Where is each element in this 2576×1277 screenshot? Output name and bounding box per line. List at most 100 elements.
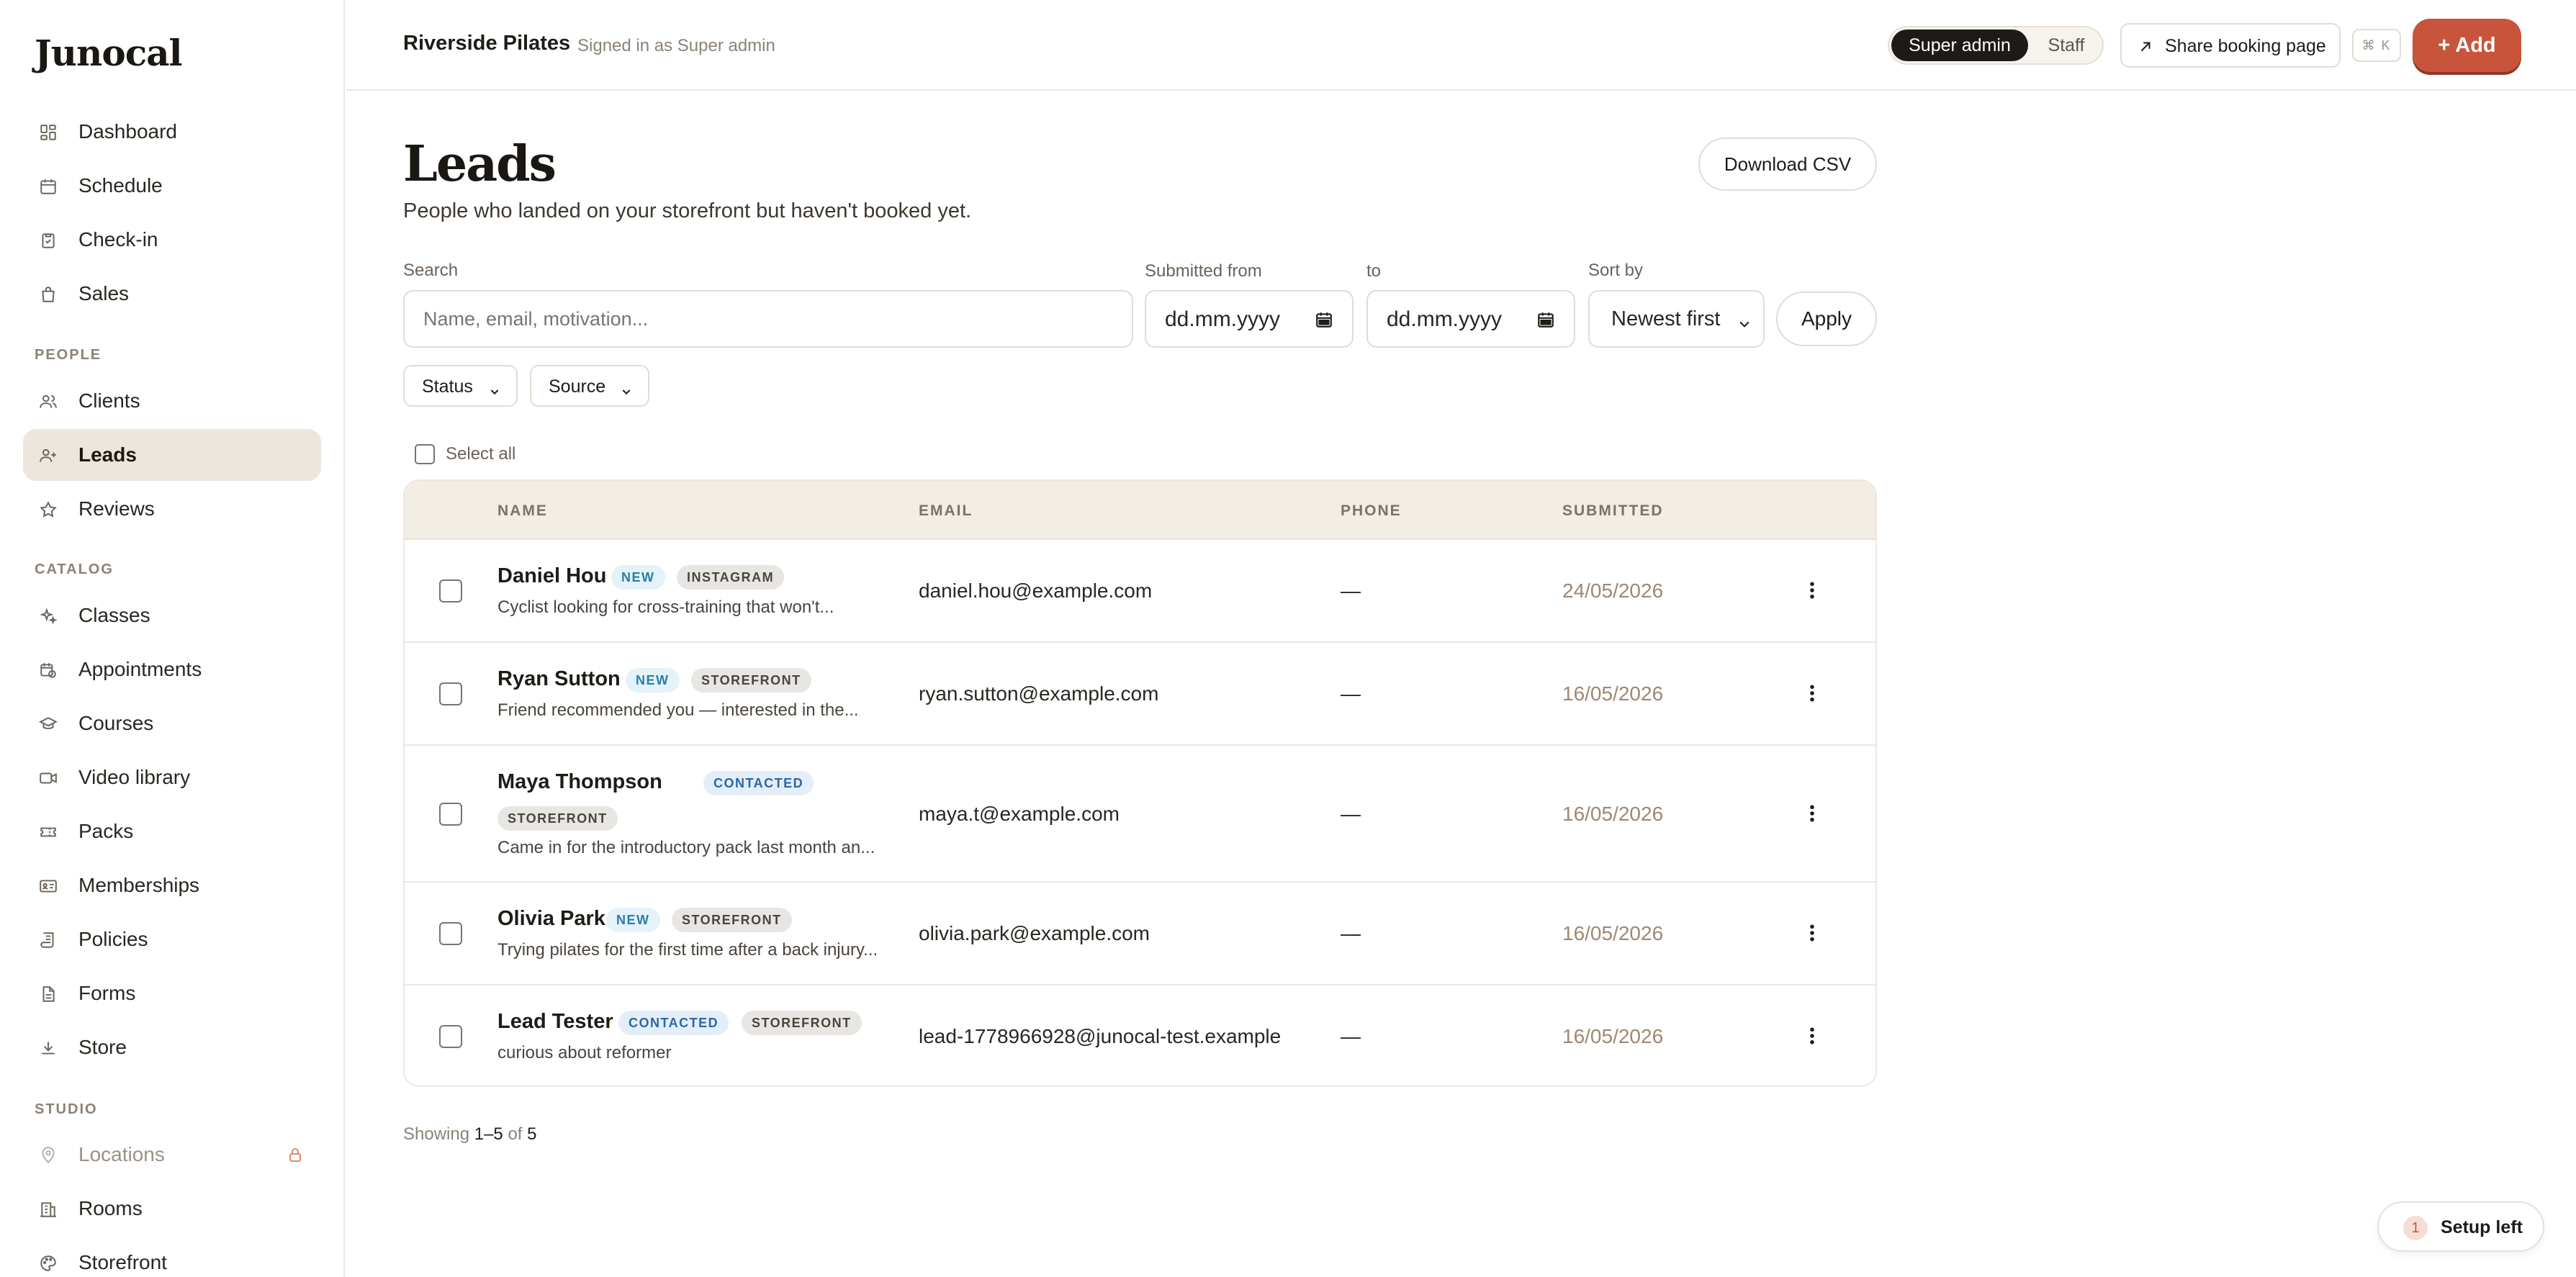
more-actions-icon[interactable] bbox=[1801, 803, 1823, 824]
more-actions-icon[interactable] bbox=[1801, 1025, 1823, 1047]
top-bar: Riverside Pilates Signed in as Super adm… bbox=[346, 0, 2576, 91]
signed-in-text: Signed in as Super admin bbox=[577, 36, 775, 55]
role-staff[interactable]: Staff bbox=[2030, 30, 2102, 61]
table-header: NAME EMAIL PHONE SUBMITTED bbox=[405, 481, 1875, 540]
sidebar-item-check-in[interactable]: Check-in bbox=[23, 214, 321, 266]
sidebar-item-policies[interactable]: Policies bbox=[23, 913, 321, 965]
sidebar-item-forms[interactable]: Forms bbox=[23, 967, 321, 1019]
share-booking-page-button[interactable]: Share booking page bbox=[2120, 23, 2341, 68]
sidebar-item-classes[interactable]: Classes bbox=[23, 590, 321, 641]
lead-submitted-date: 24/05/2026 bbox=[1562, 579, 1664, 602]
sidebar-item-label: Clients bbox=[78, 389, 140, 412]
sidebar-item-schedule[interactable]: Schedule bbox=[23, 160, 321, 212]
table-row[interactable]: Maya Thompson CONTACTED STOREFRONT Came … bbox=[405, 746, 1875, 883]
scroll-icon bbox=[39, 931, 58, 949]
submitted-to-value: dd.mm.yyyy bbox=[1387, 307, 1503, 331]
lead-email: daniel.hou@example.com bbox=[919, 579, 1153, 602]
studio-name[interactable]: Riverside Pilates bbox=[403, 32, 570, 55]
sidebar-item-rooms[interactable]: Rooms bbox=[23, 1183, 321, 1235]
sidebar-item-video-library[interactable]: Video library bbox=[23, 752, 321, 803]
row-checkbox[interactable] bbox=[439, 922, 462, 945]
lead-name[interactable]: Olivia Park bbox=[497, 907, 605, 931]
select-all-label[interactable]: Select all bbox=[446, 444, 515, 464]
section-label-people: PEOPLE bbox=[35, 347, 102, 363]
sidebar-item-packs[interactable]: Packs bbox=[23, 806, 321, 857]
more-actions-icon[interactable] bbox=[1801, 682, 1823, 704]
sidebar-item-reviews[interactable]: Reviews bbox=[23, 483, 321, 535]
more-actions-icon[interactable] bbox=[1801, 579, 1823, 601]
sort-select[interactable]: Newest first bbox=[1588, 290, 1765, 348]
calendar-icon[interactable] bbox=[1315, 310, 1333, 329]
lead-motivation: curious about reformer bbox=[497, 1043, 672, 1062]
lead-name[interactable]: Maya Thompson bbox=[497, 770, 662, 794]
sidebar-item-label: Reviews bbox=[78, 497, 155, 520]
table-row[interactable]: Olivia Park NEW STOREFRONT Trying pilate… bbox=[405, 883, 1875, 985]
add-button[interactable]: + Add bbox=[2413, 19, 2521, 72]
building-icon bbox=[39, 1200, 58, 1219]
role-super-admin[interactable]: Super admin bbox=[1891, 30, 2028, 61]
sidebar-item-store[interactable]: Store bbox=[23, 1021, 321, 1073]
lead-phone: — bbox=[1341, 803, 1361, 825]
select-all-checkbox[interactable] bbox=[415, 444, 435, 464]
sort-value: Newest first bbox=[1611, 307, 1721, 330]
status-badge: CONTACTED bbox=[703, 771, 814, 795]
sidebar-item-locations[interactable]: Locations bbox=[23, 1129, 321, 1181]
table-row[interactable]: Lead Tester CONTACTED STOREFRONT curious… bbox=[405, 985, 1875, 1086]
graduation-cap-icon bbox=[39, 715, 58, 734]
row-checkbox[interactable] bbox=[439, 579, 462, 603]
lead-motivation: Cyclist looking for cross-training that … bbox=[497, 597, 834, 617]
more-actions-icon[interactable] bbox=[1801, 922, 1823, 944]
submitted-to-input[interactable]: dd.mm.yyyy bbox=[1366, 290, 1575, 348]
pagination-prefix: Showing bbox=[403, 1124, 470, 1144]
search-input[interactable] bbox=[403, 290, 1133, 348]
calendar-clock-icon bbox=[39, 661, 58, 680]
junocal-logo[interactable]: Junocal bbox=[35, 32, 183, 74]
column-header-name[interactable]: NAME bbox=[497, 502, 548, 520]
sort-by-label: Sort by bbox=[1588, 261, 1644, 280]
sidebar-item-memberships[interactable]: Memberships bbox=[23, 859, 321, 911]
sidebar-item-dashboard[interactable]: Dashboard bbox=[23, 106, 321, 158]
source-filter-button[interactable]: Source bbox=[530, 365, 649, 407]
lead-name[interactable]: Daniel Hou bbox=[497, 564, 606, 588]
calendar-icon[interactable] bbox=[1536, 310, 1555, 329]
lead-submitted-date: 16/05/2026 bbox=[1562, 682, 1664, 705]
sidebar-item-label: Appointments bbox=[78, 658, 202, 680]
sidebar-item-clients[interactable]: Clients bbox=[23, 375, 321, 427]
row-checkbox[interactable] bbox=[439, 682, 462, 705]
source-badge: STOREFRONT bbox=[672, 908, 792, 932]
sidebar-item-courses[interactable]: Courses bbox=[23, 698, 321, 749]
sidebar-item-sales[interactable]: Sales bbox=[23, 268, 321, 320]
download-csv-button[interactable]: Download CSV bbox=[1698, 137, 1877, 191]
setup-left-label: Setup left bbox=[2441, 1217, 2523, 1237]
lead-name[interactable]: Ryan Sutton bbox=[497, 667, 621, 691]
status-filter-button[interactable]: Status bbox=[403, 365, 518, 407]
column-header-email[interactable]: EMAIL bbox=[919, 502, 973, 520]
sidebar-item-label: Video library bbox=[78, 766, 191, 788]
lead-name[interactable]: Lead Tester bbox=[497, 1010, 613, 1034]
sidebar-item-label: Dashboard bbox=[78, 120, 177, 143]
row-checkbox[interactable] bbox=[439, 1025, 462, 1048]
lead-submitted-date: 16/05/2026 bbox=[1562, 803, 1664, 825]
row-checkbox[interactable] bbox=[439, 803, 462, 826]
source-badge: STOREFRONT bbox=[691, 668, 811, 692]
apply-button[interactable]: Apply bbox=[1776, 292, 1877, 346]
lead-email: olivia.park@example.com bbox=[919, 922, 1150, 944]
id-card-icon bbox=[39, 877, 58, 895]
sidebar-item-label: Locations bbox=[78, 1143, 165, 1165]
sidebar-item-storefront[interactable]: Storefront bbox=[23, 1237, 321, 1277]
table-row[interactable]: Daniel Hou NEW INSTAGRAM Cyclist looking… bbox=[405, 540, 1875, 643]
sidebar-item-leads[interactable]: Leads bbox=[23, 429, 321, 481]
users-icon bbox=[39, 392, 58, 411]
source-badge: STOREFRONT bbox=[742, 1011, 862, 1035]
command-k-shortcut[interactable]: ⌘ K bbox=[2352, 29, 2401, 62]
table-row[interactable]: Ryan Sutton NEW STOREFRONT Friend recomm… bbox=[405, 643, 1875, 746]
column-header-submitted[interactable]: SUBMITTED bbox=[1562, 502, 1664, 520]
setup-left-button[interactable]: 1 Setup left bbox=[2377, 1201, 2544, 1252]
arrow-up-right-icon bbox=[2138, 39, 2153, 55]
role-toggle: Super admin Staff bbox=[1888, 26, 2104, 65]
column-header-phone[interactable]: PHONE bbox=[1341, 502, 1402, 520]
status-badge: NEW bbox=[611, 565, 665, 590]
lead-phone: — bbox=[1341, 682, 1361, 705]
sidebar-item-appointments[interactable]: Appointments bbox=[23, 644, 321, 695]
submitted-from-input[interactable]: dd.mm.yyyy bbox=[1145, 290, 1354, 348]
